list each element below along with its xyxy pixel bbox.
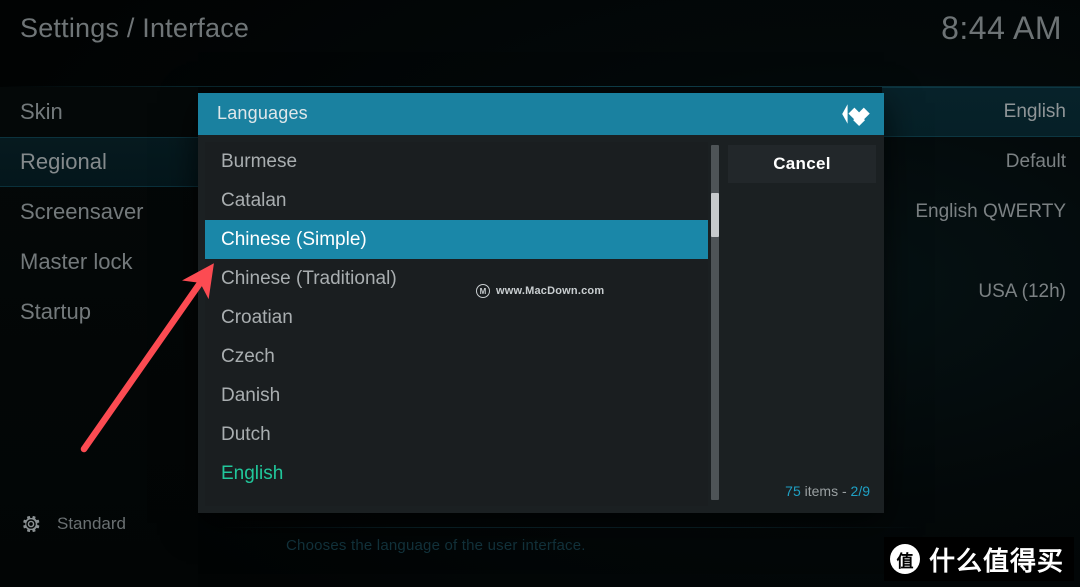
sidebar: Skin Regional Screensaver Master lock St… [0,87,198,587]
sidebar-item-startup[interactable]: Startup [0,287,198,337]
setting-value-keyboard-layout[interactable]: English QWERTY [882,187,1080,237]
help-bar: Chooses the language of the user interfa… [222,527,922,565]
site-watermark-badge: 值 [889,544,920,574]
macdown-watermark-text: www.MacDown.com [496,285,605,297]
gear-icon [20,513,42,535]
item-count-label: items - [800,483,851,499]
list-item-chinese-simple[interactable]: Chinese (Simple) [205,220,708,259]
site-watermark-text: 什么值得买 [928,546,1064,577]
item-count-page: 2/9 [850,483,870,499]
list-scrollbar-thumb[interactable] [711,193,719,237]
settings-values-panel: English Default English QWERTY USA (12h) [882,87,1080,377]
help-text: Chooses the language of the user interfa… [286,537,586,554]
list-item-dutch[interactable]: Dutch [205,415,708,454]
sidebar-item-skin[interactable]: Skin [0,87,198,137]
kodi-settings-screen: Settings / Interface 8:44 AM Skin Region… [0,0,1080,587]
setting-value-time-format[interactable]: USA (12h) [882,267,1080,317]
site-watermark: 值 什么值得买 [883,537,1074,581]
list-item-czech[interactable]: Czech [205,337,708,376]
header: Settings / Interface 8:44 AM [0,0,1080,86]
language-list[interactable]: Burmese Catalan Chinese (Simple) Chinese… [205,142,708,506]
page-title: Settings / Interface [20,13,250,43]
list-scrollbar[interactable] [711,145,719,500]
cancel-button[interactable]: Cancel [728,145,876,183]
languages-dialog: Languages Burmese Catalan Chinese (Simpl… [198,93,884,513]
macdown-watermark: M www.MacDown.com [476,284,604,298]
kodi-logo-icon [838,96,874,132]
sidebar-item-screensaver[interactable]: Screensaver [0,187,198,237]
list-item-danish[interactable]: Danish [205,376,708,415]
dialog-title: Languages [217,103,308,123]
sidebar-item-master-lock[interactable]: Master lock [0,237,198,287]
list-item-catalan[interactable]: Catalan [205,181,708,220]
list-item-chinese-traditional[interactable]: Chinese (Traditional) [205,259,708,298]
item-count-total: 75 [785,483,801,499]
setting-value-charset[interactable]: Default [882,137,1080,187]
item-count: 75 items - 2/9 [785,483,870,499]
list-item-croatian[interactable]: Croatian [205,298,708,337]
dialog-header: Languages [198,93,884,135]
setting-value-language[interactable]: English [882,87,1080,137]
help-divider [222,527,922,528]
settings-level-button[interactable]: Standard [0,504,126,544]
clock: 8:44 AM [941,10,1062,46]
macdown-logo-icon: M [476,284,490,298]
settings-level-label: Standard [57,514,126,533]
sidebar-item-regional[interactable]: Regional [0,137,198,187]
list-item-english[interactable]: English [205,454,708,493]
list-item-burmese[interactable]: Burmese [205,142,708,181]
